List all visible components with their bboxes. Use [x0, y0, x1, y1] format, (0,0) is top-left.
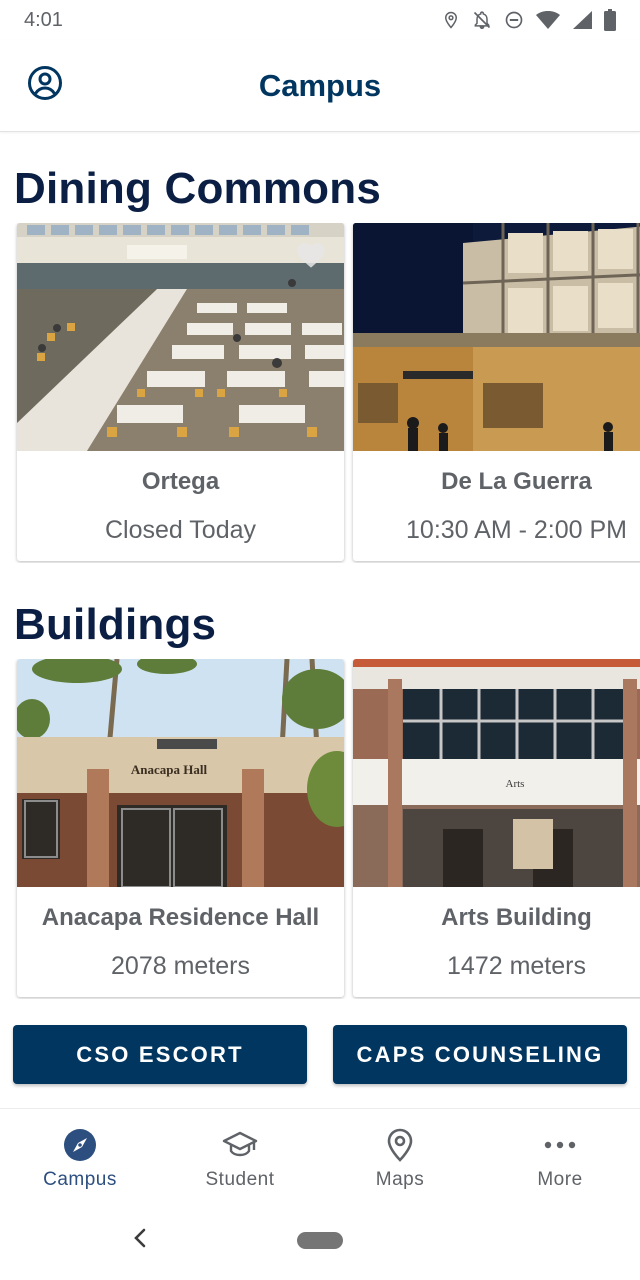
dining-card-title: De La Guerra — [441, 468, 592, 495]
building-photo-arts: Arts — [353, 659, 640, 887]
building-card-distance: 2078 meters — [111, 952, 250, 980]
dining-card-de-la-guerra[interactable]: De La Guerra 10:30 AM - 2:00 PM — [353, 223, 640, 561]
do-not-disturb-icon — [504, 10, 524, 30]
buildings-section-title: Buildings — [14, 600, 217, 649]
notifications-off-icon — [472, 10, 492, 30]
building-card-anacapa[interactable]: Anacapa Hall Anacapa Residence Hall 2078… — [17, 659, 344, 997]
dining-card-title: Ortega — [141, 468, 220, 495]
map-pin-icon — [382, 1127, 418, 1163]
dining-photo-de-la-guerra — [353, 223, 640, 451]
location-icon — [442, 10, 460, 30]
cso-escort-button[interactable]: CSO ESCORT — [13, 1025, 307, 1084]
building-sign-text: Arts — [506, 778, 525, 790]
nav-label: Student — [205, 1169, 275, 1190]
status-time: 4:01 — [24, 8, 63, 31]
compass-icon — [62, 1127, 98, 1163]
nav-label: More — [537, 1169, 583, 1190]
nav-label: Campus — [43, 1169, 117, 1190]
building-card-arts[interactable]: Arts Arts Building 1472 meters — [353, 659, 640, 997]
dining-photo-ortega — [17, 223, 344, 451]
building-photo-anacapa: Anacapa Hall — [17, 659, 344, 887]
bottom-nav: Campus Student Maps More — [0, 1108, 640, 1210]
favorite-icon[interactable] — [294, 239, 328, 269]
system-nav-bar — [0, 1210, 640, 1280]
dining-card-hours: Closed Today — [104, 516, 257, 544]
buildings-card-row[interactable]: Anacapa Hall Anacapa Residence Hall 2078… — [0, 659, 640, 999]
back-button[interactable] — [126, 1226, 154, 1254]
dining-section-title: Dining Commons — [14, 164, 382, 213]
status-bar: 4:01 — [0, 0, 640, 40]
chevron-left-icon — [132, 1227, 148, 1254]
nav-item-maps[interactable]: Maps — [320, 1109, 480, 1210]
nav-item-more[interactable]: More — [480, 1109, 640, 1210]
status-icons — [442, 9, 616, 31]
page-title: Campus — [258, 68, 382, 103]
home-pill-button[interactable] — [297, 1232, 343, 1249]
more-horiz-icon — [542, 1127, 578, 1163]
nav-item-student[interactable]: Student — [160, 1109, 320, 1210]
app-bar: Campus — [0, 40, 640, 132]
building-sign-text: Anacapa Hall — [131, 762, 208, 777]
dining-card-hours: 10:30 AM - 2:00 PM — [406, 516, 627, 544]
battery-icon — [604, 9, 616, 31]
signal-icon — [572, 10, 592, 30]
building-card-title: Arts Building — [441, 904, 592, 931]
dining-card-row[interactable]: Ortega Closed Today De La Guerra 10:30 A… — [0, 223, 640, 563]
nav-label: Maps — [375, 1169, 425, 1190]
wifi-icon — [536, 10, 560, 30]
building-card-title: Anacapa Residence Hall — [41, 904, 320, 931]
nav-item-campus[interactable]: Campus — [0, 1109, 160, 1210]
dining-card-ortega[interactable]: Ortega Closed Today — [17, 223, 344, 561]
building-card-distance: 1472 meters — [447, 952, 586, 980]
caps-counseling-button[interactable]: CAPS COUNSELING — [333, 1025, 627, 1084]
graduation-cap-icon — [222, 1127, 258, 1163]
